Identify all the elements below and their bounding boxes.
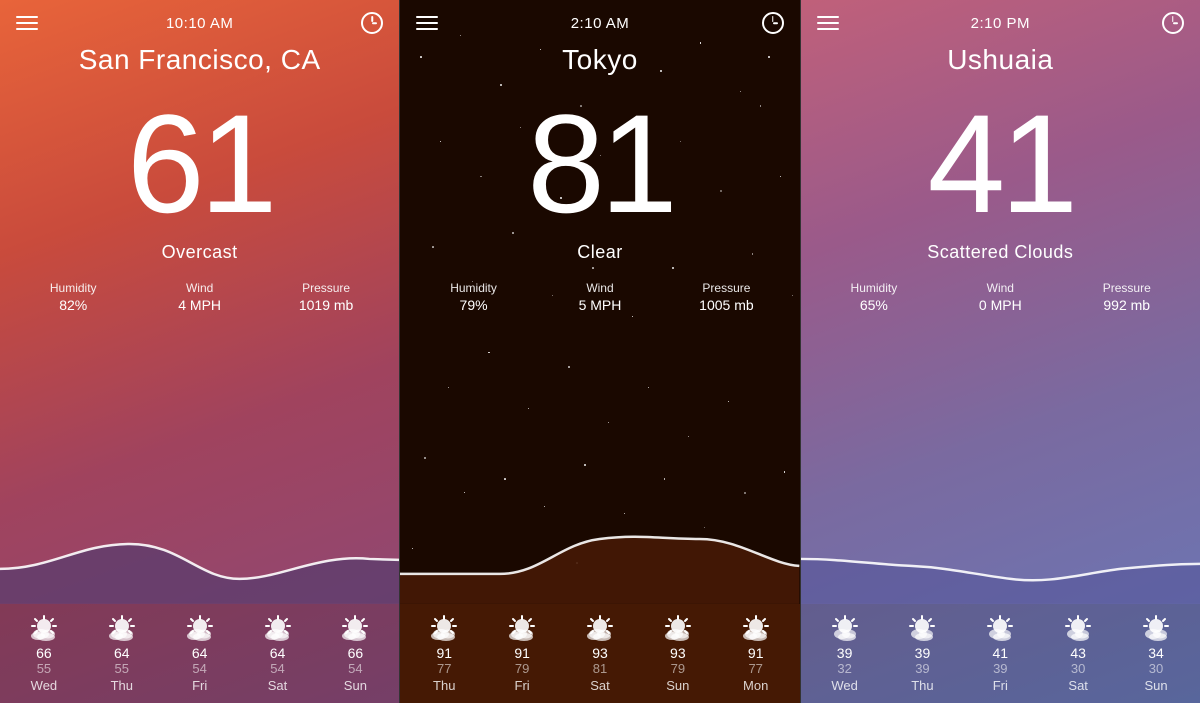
forecast-fri-ushuaia: 41 39 Fri <box>961 614 1039 693</box>
weather-icon-sun-ushuaia <box>1138 614 1174 642</box>
forecast-row-tokyo: 91 77 Thu 91 <box>405 614 794 693</box>
time-ushuaia: 2:10 PM <box>971 15 1030 32</box>
wave-ushuaia <box>801 524 1200 604</box>
menu-icon-ushuaia[interactable] <box>817 16 839 30</box>
forecast-sun-tokyo: 93 79 Sun <box>639 614 717 693</box>
wave-sf <box>0 524 399 604</box>
pressure-ushuaia: Pressure 992 mb <box>1064 281 1190 313</box>
weather-icon-thu-ushuaia <box>904 614 940 642</box>
humidity-sf: Humidity 82% <box>10 281 136 313</box>
weather-icon-sat-ushuaia <box>1060 614 1096 642</box>
stats-tokyo: Humidity 79% Wind 5 MPH Pressure 1005 mb <box>400 263 799 325</box>
weather-icon-fri-tokyo <box>504 614 540 642</box>
weather-icon-sat-sf <box>260 614 296 642</box>
weather-icon-sat-tokyo <box>582 614 618 642</box>
forecast-sat-sf: 64 54 Sat <box>239 614 317 693</box>
forecast-thu-ushuaia: 39 39 Thu <box>884 614 962 693</box>
condition-tokyo: Clear <box>400 242 799 263</box>
weather-icon-fri-sf <box>182 614 218 642</box>
weather-icon-fri-ushuaia <box>982 614 1018 642</box>
weather-icon-thu-sf <box>104 614 140 642</box>
forecast-row-sf: 66 55 Wed <box>5 614 394 693</box>
forecast-sat-tokyo: 93 81 Sat <box>561 614 639 693</box>
city-tokyo: Tokyo <box>400 40 799 84</box>
time-tokyo: 2:10 AM <box>571 15 630 32</box>
weather-icon-sun-sf <box>337 614 373 642</box>
temp-ushuaia: 41 <box>801 94 1200 234</box>
panel-ushuaia: 2:10 PM Ushuaia 41 Scattered Clouds Humi… <box>801 0 1200 703</box>
weather-icon-sun-tokyo <box>660 614 696 642</box>
city-sf: San Francisco, CA <box>0 40 399 84</box>
forecast-fri-sf: 64 54 Fri <box>161 614 239 693</box>
forecast-sf: 66 55 Wed <box>0 604 399 703</box>
stats-ushuaia: Humidity 65% Wind 0 MPH Pressure 992 mb <box>801 263 1200 325</box>
temp-sf: 61 <box>0 94 399 234</box>
top-bar-tokyo: 2:10 AM <box>400 0 799 40</box>
forecast-fri-tokyo: 91 79 Fri <box>483 614 561 693</box>
stats-sf: Humidity 82% Wind 4 MPH Pressure 1019 mb <box>0 263 399 325</box>
wave-tokyo <box>400 524 799 604</box>
temp-tokyo: 81 <box>400 94 799 234</box>
city-ushuaia: Ushuaia <box>801 40 1200 84</box>
forecast-row-ushuaia: 39 32 Wed 39 39 Thu <box>806 614 1195 693</box>
forecast-sun-sf: 66 54 Sun <box>316 614 394 693</box>
top-bar-ushuaia: 2:10 PM <box>801 0 1200 40</box>
weather-icon-thu-tokyo <box>426 614 462 642</box>
forecast-mon-tokyo: 91 77 Mon <box>717 614 795 693</box>
time-sf: 10:10 AM <box>166 15 233 32</box>
forecast-ushuaia: 39 32 Wed 39 39 Thu <box>801 604 1200 703</box>
forecast-sat-ushuaia: 43 30 Sat <box>1039 614 1117 693</box>
condition-ushuaia: Scattered Clouds <box>801 242 1200 263</box>
forecast-tokyo: 91 77 Thu 91 <box>400 604 799 703</box>
wind-sf: Wind 4 MPH <box>136 281 262 313</box>
menu-icon-sf[interactable] <box>16 16 38 30</box>
condition-sf: Overcast <box>0 242 399 263</box>
weather-icon-mon-tokyo <box>738 614 774 642</box>
weather-icon-wed-sf <box>26 614 62 642</box>
top-bar-sf: 10:10 AM <box>0 0 399 40</box>
forecast-sun-ushuaia: 34 30 Sun <box>1117 614 1195 693</box>
forecast-wed-ushuaia: 39 32 Wed <box>806 614 884 693</box>
panel-tokyo: 2:10 AM Tokyo 81 Clear Humidity 79% Wind… <box>399 0 800 703</box>
humidity-ushuaia: Humidity 65% <box>811 281 937 313</box>
forecast-wed-sf: 66 55 Wed <box>5 614 83 693</box>
wind-ushuaia: Wind 0 MPH <box>937 281 1063 313</box>
pressure-sf: Pressure 1019 mb <box>263 281 389 313</box>
humidity-tokyo: Humidity 79% <box>410 281 536 313</box>
clock-icon-tokyo[interactable] <box>762 12 784 34</box>
pressure-tokyo: Pressure 1005 mb <box>663 281 789 313</box>
forecast-thu-tokyo: 91 77 Thu <box>405 614 483 693</box>
wind-tokyo: Wind 5 MPH <box>537 281 663 313</box>
panel-sf: 10:10 AM San Francisco, CA 61 Overcast H… <box>0 0 399 703</box>
forecast-thu-sf: 64 55 Thu <box>83 614 161 693</box>
menu-icon-tokyo[interactable] <box>416 16 438 30</box>
weather-icon-wed-ushuaia <box>827 614 863 642</box>
clock-icon-sf[interactable] <box>361 12 383 34</box>
clock-icon-ushuaia[interactable] <box>1162 12 1184 34</box>
